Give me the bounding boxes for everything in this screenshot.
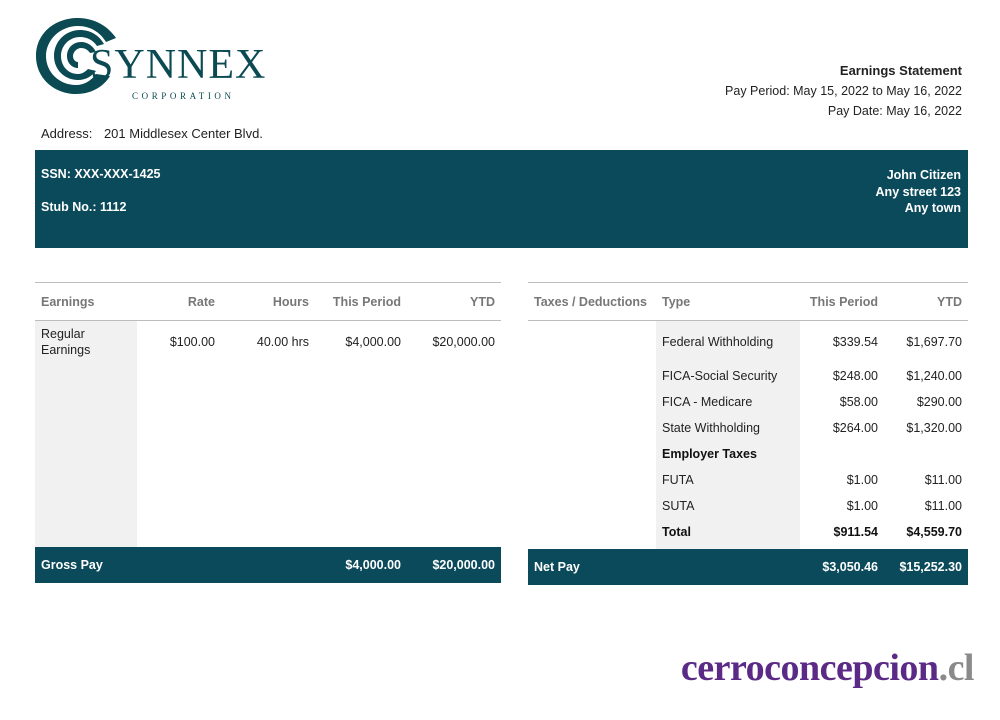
statement-title: Earnings Statement [839, 63, 962, 78]
tax-ytd-col-header: YTD [884, 282, 968, 321]
rate-col-header: Rate [137, 282, 221, 321]
earnings-period: $4,000.00 [345, 335, 401, 349]
taxes-table: Taxes / Deductions Type This Period YTD … [528, 282, 968, 585]
employee-town: Any town [904, 201, 961, 215]
tax-period: $248.00 [832, 368, 878, 383]
tax-period: $1.00 [846, 498, 878, 513]
gross-pay-ytd: $20,000.00 [407, 546, 501, 583]
tax-ytd: $4,559.70 [906, 524, 962, 539]
tax-ytd: $290.00 [916, 394, 962, 409]
ytd-col-header: YTD [407, 282, 501, 321]
tax-type: Employer Taxes [656, 440, 800, 467]
tax-type: SUTA [656, 492, 800, 519]
tax-ytd: $1,697.70 [906, 334, 962, 349]
watermark-tld: .cl [938, 647, 975, 689]
tax-period: $264.00 [832, 420, 878, 435]
earnings-ytd: $20,000.00 [432, 335, 495, 349]
tax-type: FICA - Medicare [656, 388, 800, 415]
earnings-header-row: Earnings Rate Hours This Period YTD [35, 282, 501, 321]
tax-ytd: $1,320.00 [906, 420, 962, 435]
pay-date: Pay Date: May 16, 2022 [827, 104, 962, 118]
gross-pay-label: Gross Pay [35, 546, 315, 583]
company-name: SYNNEX [90, 42, 267, 88]
ssn: SSN: XXX-XXX-1425 [41, 167, 161, 181]
address-value: 201 Middlesex Center Blvd. [103, 126, 263, 141]
tax-type: State Withholding [656, 414, 800, 441]
tax-period: $339.54 [832, 334, 878, 349]
earnings-rate: $100.00 [169, 335, 215, 349]
hours-col-header: Hours [221, 282, 315, 321]
tax-type: Federal Withholding [656, 320, 800, 363]
tax-ytd: $11.00 [924, 472, 962, 487]
net-pay-row: Net Pay $3,050.46 $15,252.30 [528, 548, 968, 585]
table-row: Regular Earnings $100.00 40.00 hrs $4,00… [35, 320, 501, 547]
taxes-header-row: Taxes / Deductions Type This Period YTD [528, 282, 968, 321]
company-logo: SYNNEX CORPORATION [34, 14, 265, 101]
statement-header: Earnings Statement Pay Period: May 15, 2… [725, 63, 962, 124]
watermark-main: cerroconcepcion [680, 647, 939, 689]
tax-period: $58.00 [839, 394, 878, 409]
net-pay-label: Net Pay [528, 548, 800, 585]
tax-type: FUTA [656, 466, 800, 493]
tax-type: FICA-Social Security [656, 362, 800, 389]
address-label: Address: [41, 126, 93, 141]
earnings-label: Regular Earnings [35, 320, 137, 547]
net-pay-period: $3,050.46 [800, 548, 884, 585]
company-address: Address: 201 Middlesex Center Blvd. [41, 126, 263, 141]
table-row: Federal Withholding $339.54 $1,697.70 [528, 320, 968, 545]
company-subtitle: CORPORATION [132, 91, 235, 101]
taxes-col-header: Taxes / Deductions [528, 282, 656, 321]
earnings-table: Earnings Rate Hours This Period YTD Regu… [35, 282, 501, 583]
tax-period: $911.54 [833, 524, 879, 539]
tax-period [800, 441, 884, 467]
gross-pay-period: $4,000.00 [315, 546, 407, 583]
net-pay-ytd: $15,252.30 [884, 548, 968, 585]
earnings-hours: 40.00 hrs [256, 335, 309, 349]
employee-name: John Citizen [886, 168, 961, 182]
type-col-header: Type [656, 282, 800, 321]
tax-period: $1.00 [846, 472, 878, 487]
employee-street: Any street 123 [875, 184, 961, 199]
tax-ytd [884, 441, 968, 467]
taxes-category-cell [528, 320, 656, 545]
watermark: cerroconcepcion.cl [680, 646, 975, 690]
tax-this-period-col-header: This Period [800, 282, 884, 321]
pay-period: Pay Period: May 15, 2022 to May 16, 2022 [725, 84, 962, 98]
earnings-col-header: Earnings [35, 282, 137, 321]
tax-type: Total [656, 518, 800, 545]
this-period-col-header: This Period [315, 282, 407, 321]
gross-pay-row: Gross Pay $4,000.00 $20,000.00 [35, 546, 501, 583]
tax-ytd: $1,240.00 [906, 368, 962, 383]
employee-info: John Citizen Any street 123 Any town [876, 167, 961, 217]
employee-band: SSN: XXX-XXX-1425 Stub No.: 1112 John Ci… [35, 150, 968, 248]
tax-ytd: $11.00 [924, 498, 962, 513]
stub-number: Stub No.: 1112 [41, 200, 127, 214]
